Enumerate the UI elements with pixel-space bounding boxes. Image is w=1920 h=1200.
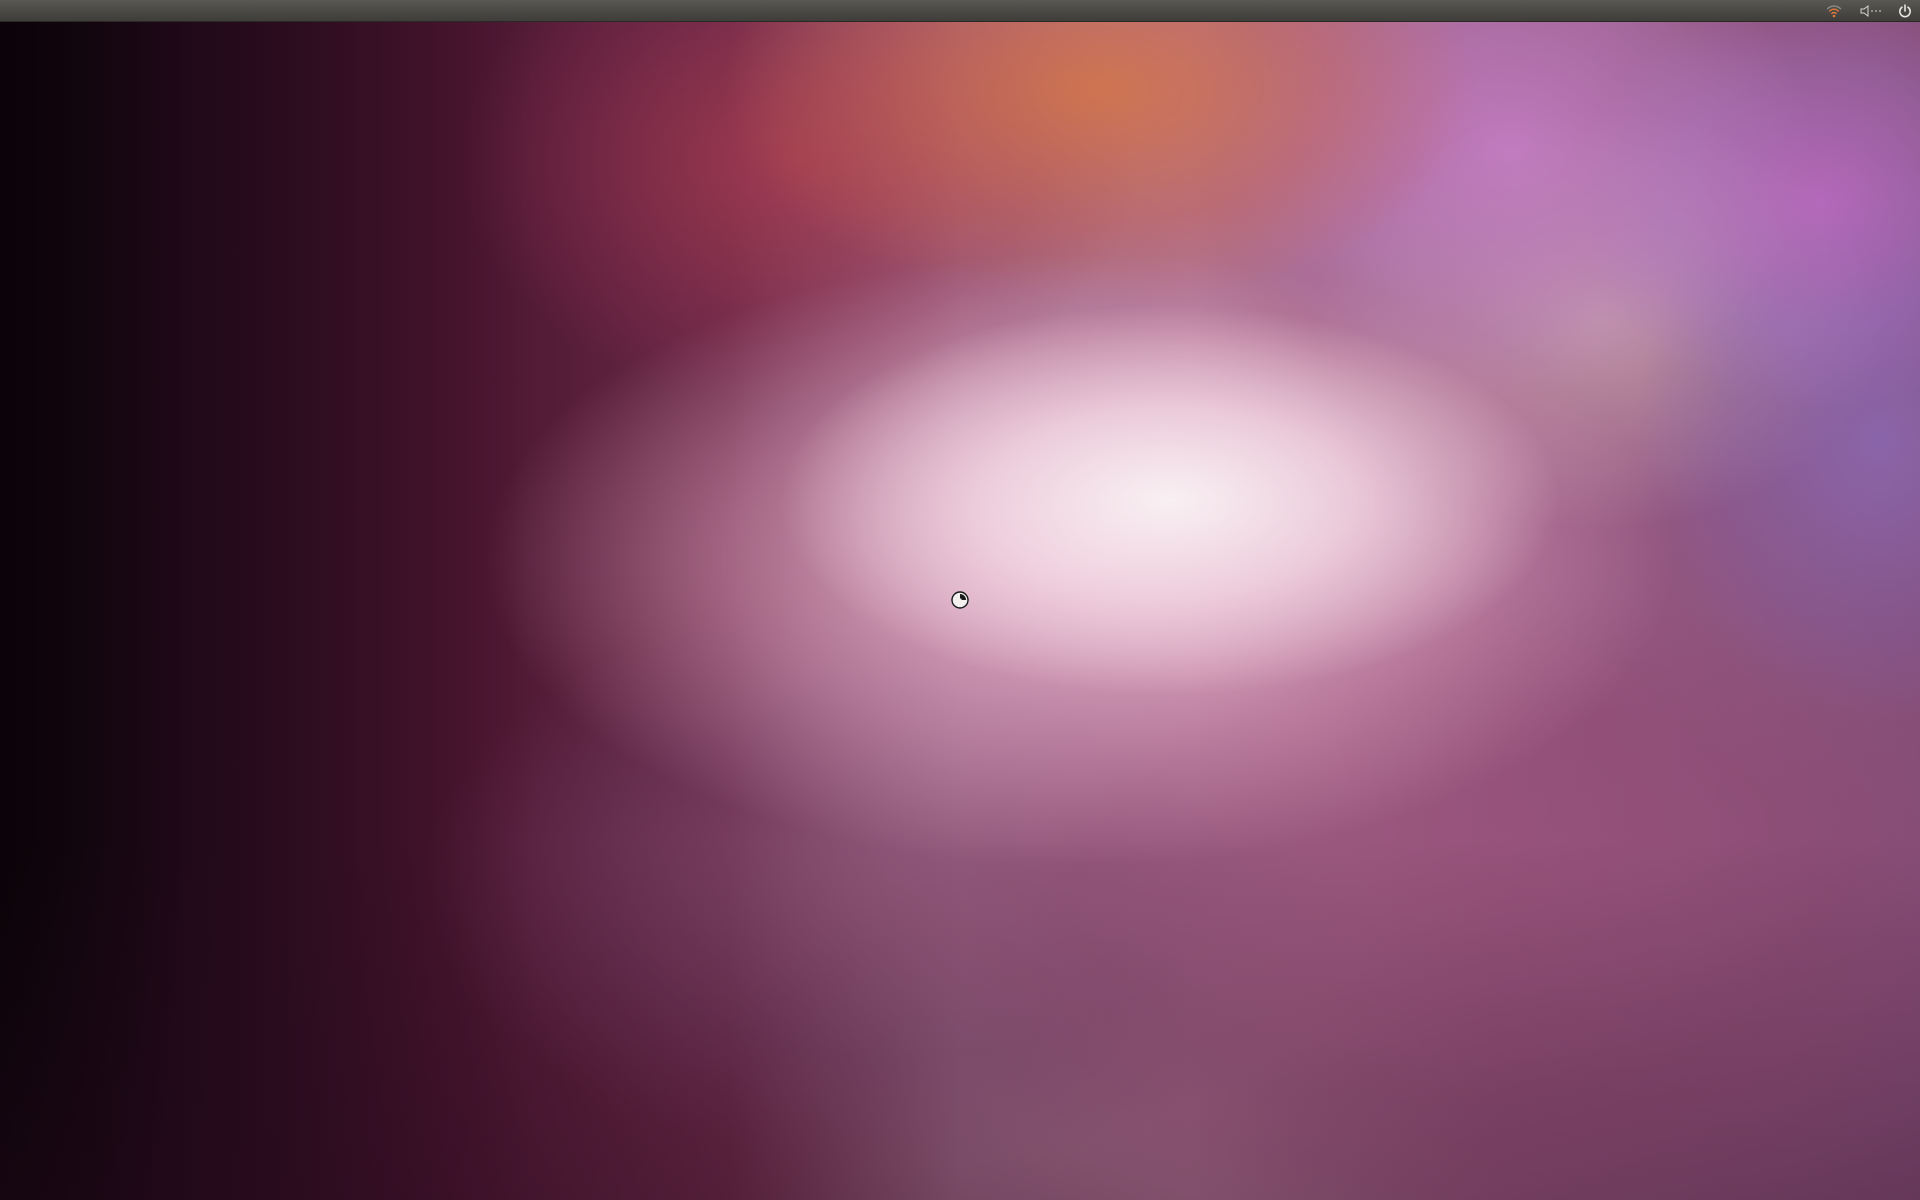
wifi-icon [1826,4,1842,18]
network-indicator[interactable] [1816,0,1852,22]
busy-cursor-icon [950,590,970,610]
volume-icon [1860,5,1882,17]
power-icon [1898,4,1912,18]
sound-indicator[interactable] [1852,0,1890,22]
indicator-area [1816,0,1920,22]
session-indicator[interactable] [1890,0,1920,22]
top-panel [0,0,1920,22]
desktop[interactable] [0,0,1920,1200]
